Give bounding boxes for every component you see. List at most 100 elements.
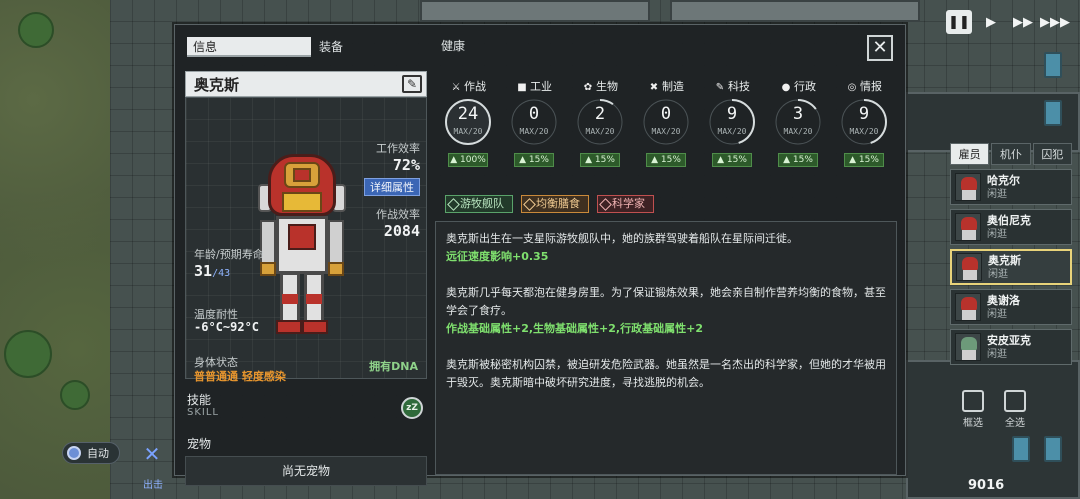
skill-section: 技能 SKILL zZ xyxy=(185,387,427,429)
panel-tabs: 信息 装备 xyxy=(187,37,437,57)
attribute-industry-icon: ■ xyxy=(517,82,527,93)
story-paragraph: 奥克斯几乎每天都泡在健身房里。为了保证锻炼效果，她会亲自制作营养均衡的食物，甚至… xyxy=(446,286,886,317)
attribute-combat[interactable]: ⚔ 作战 24 MAX/20 ▲ 100% xyxy=(435,79,501,167)
roster-tabs: 雇员 机仆 囚犯 xyxy=(950,143,1072,165)
character-portrait xyxy=(258,154,346,344)
attribute-header: ⚔ 作战 xyxy=(435,79,501,95)
sortie-label: 出击 xyxy=(143,480,163,491)
roster-status: 闲逛 xyxy=(987,188,1007,200)
attribute-bonus-badge: ▲ 100% xyxy=(448,153,488,167)
trait-tag-scientist[interactable]: 科学家 xyxy=(597,195,654,213)
roster-item-1[interactable]: 奥伯尼克 闲逛 xyxy=(950,209,1072,245)
attribute-admin[interactable]: ● 行政 3 MAX/20 ▲ 15% xyxy=(765,79,831,167)
attribute-crafting-icon: ✖ xyxy=(649,82,659,93)
trait-tags: 游牧舰队 均衡膳食 科学家 xyxy=(445,195,654,213)
attribute-header: ✎ 科技 xyxy=(699,79,765,95)
select-all-icon xyxy=(1004,390,1026,412)
tab-prisoners[interactable]: 囚犯 xyxy=(1032,143,1072,165)
age-value: 31/43 xyxy=(194,262,230,280)
dna-badge: 拥有DNA xyxy=(369,360,418,373)
story-paragraph: 奥克斯出生在一支星际游牧舰队中，她的族群驾驶着船队在星际间迁徙。 xyxy=(446,232,798,245)
pet-label: 宠物 xyxy=(187,437,212,451)
play-button[interactable]: ▶ xyxy=(978,10,1004,34)
body-status-value: 普普通通 轻度感染 xyxy=(194,370,286,383)
tab-employees[interactable]: 雇员 xyxy=(950,143,990,165)
attribute-name: 作战 xyxy=(464,80,486,93)
attribute-name: 行政 xyxy=(794,80,816,93)
roster-item-3[interactable]: 奥谢洛 闲逛 xyxy=(950,289,1072,325)
attribute-name: 工业 xyxy=(530,80,552,93)
character-info-panel: 信息 装备 ✕ 奥克斯 ✎ 工作效率 72% 详细属性 作战效率 2084 年龄… xyxy=(174,24,906,486)
sleep-skill-icon[interactable]: zZ xyxy=(401,397,423,419)
attribute-crafting[interactable]: ✖ 制造 0 MAX/20 ▲ 15% xyxy=(633,79,699,167)
detail-attributes-button[interactable]: 详细属性 xyxy=(364,178,420,196)
attribute-combat-icon: ⚔ xyxy=(451,82,461,93)
attribute-max: MAX/20 xyxy=(585,127,615,136)
character-name: 奥克斯 xyxy=(194,76,240,94)
roster-name: 奥谢洛 xyxy=(987,293,1020,307)
close-button[interactable]: ✕ xyxy=(867,35,893,61)
roster-status: 闲逛 xyxy=(988,268,1008,280)
tree xyxy=(60,380,90,410)
attribute-industry[interactable]: ■ 工业 0 MAX/20 ▲ 15% xyxy=(501,79,567,167)
story-effect: 远征速度影响+0.35 xyxy=(446,250,549,263)
attribute-bonus-badge: ▲ 15% xyxy=(844,153,884,167)
attribute-intel-icon: ◎ xyxy=(847,82,857,93)
attribute-intel[interactable]: ◎ 情报 9 MAX/20 ▲ 15% xyxy=(831,79,897,167)
trait-tag-nomad-fleet[interactable]: 游牧舰队 xyxy=(445,195,513,213)
attribute-gauge: 2 MAX/20 xyxy=(575,97,625,147)
attribute-bonus-badge: ▲ 15% xyxy=(580,153,620,167)
character-name-bar: 奥克斯 ✎ xyxy=(185,71,427,97)
bed xyxy=(1012,436,1030,462)
story-paragraph: 奥克斯被秘密机构囚禁，被迫研发危险武器。她虽然是一名杰出的科学家，但她的才华被用… xyxy=(446,358,886,389)
attribute-value: 3 xyxy=(792,104,804,124)
side-tools: 框选 全选 xyxy=(962,390,1026,429)
attribute-bonus-badge: ▲ 15% xyxy=(514,153,554,167)
attribute-bonus-badge: ▲ 15% xyxy=(778,153,818,167)
roster-item-0[interactable]: 哈克尔 闲逛 xyxy=(950,169,1072,205)
age-expected: /43 xyxy=(212,268,231,279)
auto-label: 自动 xyxy=(87,447,109,460)
tree xyxy=(4,330,52,378)
wall xyxy=(670,0,920,22)
roster-status: 闲逛 xyxy=(987,228,1007,240)
avatar xyxy=(955,293,981,321)
edit-icon[interactable]: ✎ xyxy=(402,75,422,93)
character-summary: 奥克斯 ✎ 工作效率 72% 详细属性 作战效率 2084 年龄/预期寿命 31… xyxy=(185,71,427,486)
attribute-biology[interactable]: ✿ 生物 2 MAX/20 ▲ 15% xyxy=(567,79,633,167)
tab-info[interactable]: 信息 xyxy=(187,37,311,57)
fastest-button[interactable]: ▶▶▶ xyxy=(1040,10,1070,34)
trait-tag-balanced-diet[interactable]: 均衡膳食 xyxy=(521,195,589,213)
fast-forward-button[interactable]: ▶▶ xyxy=(1010,10,1036,34)
attribute-name: 科技 xyxy=(728,80,750,93)
crosshair-icon[interactable]: ✕ xyxy=(140,442,164,466)
attribute-tech-icon: ✎ xyxy=(715,82,725,93)
work-efficiency-label: 工作效率 xyxy=(376,142,420,155)
attribute-value: 9 xyxy=(726,104,738,124)
story-effect: 作战基础属性+2,生物基础属性+2,行政基础属性+2 xyxy=(446,322,703,335)
attribute-value: 24 xyxy=(457,104,479,124)
roster-name: 奥克斯 xyxy=(988,253,1021,267)
roster-item-4[interactable]: 安皮亚克 闲逛 xyxy=(950,329,1072,365)
attribute-header: ◎ 情报 xyxy=(831,79,897,95)
attribute-tech[interactable]: ✎ 科技 9 MAX/20 ▲ 15% xyxy=(699,79,765,167)
roster-name: 奥伯尼克 xyxy=(987,213,1031,227)
roster-item-2[interactable]: 奥克斯 闲逛 xyxy=(950,249,1072,285)
attribute-gauge: 0 MAX/20 xyxy=(641,97,691,147)
pet-slot[interactable]: 尚无宠物 xyxy=(185,456,427,486)
tab-servitors[interactable]: 机仆 xyxy=(991,143,1031,165)
attribute-header: ✖ 制造 xyxy=(633,79,699,95)
attribute-max: MAX/20 xyxy=(453,127,483,136)
combat-efficiency-value: 2084 xyxy=(383,222,420,240)
select-all-button[interactable]: 全选 xyxy=(1004,390,1026,429)
background-story: 奥克斯出生在一支星际游牧舰队中，她的族群驾驶着船队在星际间迁徙。 远征速度影响+… xyxy=(435,221,897,475)
tab-health[interactable]: 健康 xyxy=(441,37,465,54)
box-select-button[interactable]: 框选 xyxy=(962,390,984,429)
bed xyxy=(1044,436,1062,462)
auto-button[interactable]: 自动 xyxy=(62,442,120,464)
tab-equipment[interactable]: 装备 xyxy=(313,37,437,57)
box-select-icon xyxy=(962,390,984,412)
pause-button[interactable]: ❚❚ xyxy=(946,10,972,34)
age-label: 年龄/预期寿命 xyxy=(194,248,264,261)
roster-status: 闲逛 xyxy=(987,308,1007,320)
